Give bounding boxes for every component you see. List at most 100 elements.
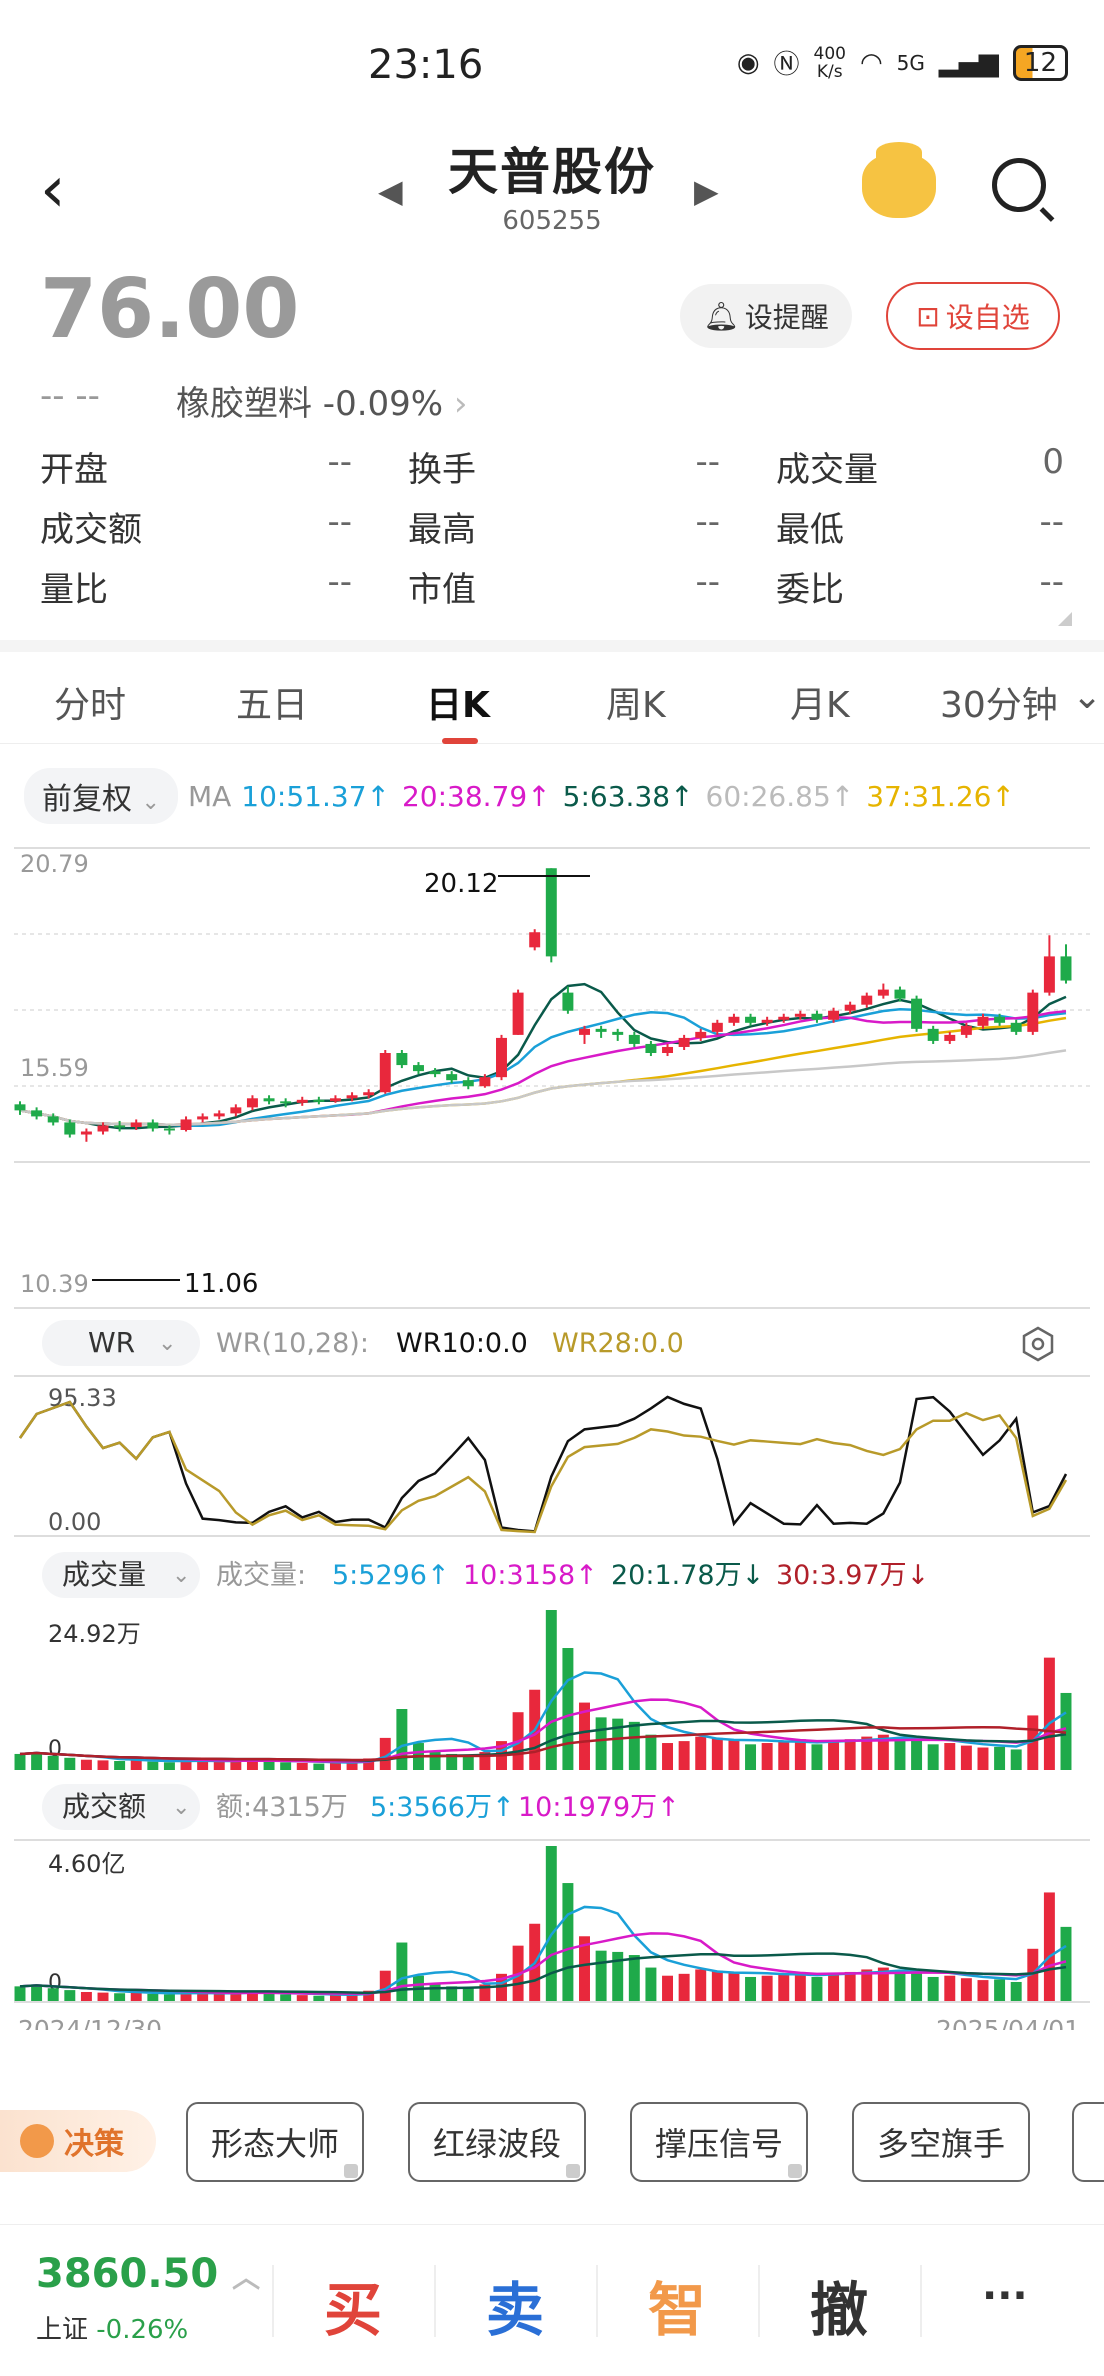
volume-bar [711,1737,723,1770]
volume-bar [313,1763,325,1770]
period-tabs: 分时 五日 日K 周K 月K 30分钟 ⌄ [0,652,1104,744]
candle [711,1022,723,1032]
stat-label: 委比 [776,569,844,610]
amount-bar [977,1980,989,2002]
amount-bar [396,1942,408,2002]
amount-ma10-line [19,1932,1067,1995]
kline-chart-area[interactable]: 20.79 15.59 10.39 20.12 11.06 WR ⌄ WR(10… [0,830,1104,2030]
sector-link[interactable]: 橡胶塑料 -0.09% › [176,376,468,425]
sell-button[interactable]: 卖 [486,2263,544,2347]
y-mid-label: 15.59 [20,1054,89,1082]
tab-4[interactable]: 月K [790,676,850,728]
feature-button-1[interactable]: 红绿波段 [408,2102,586,2182]
volume-bar [213,1761,225,1770]
next-stock-icon[interactable]: ▶ [694,172,719,210]
amount-bar [1010,1981,1022,2002]
separator [434,2265,436,2337]
volume-legend-2: 20:1.78万↓ [611,1560,764,1591]
separator [596,2265,598,2337]
amount-bar [745,1976,757,2002]
candle [562,992,574,1011]
separator [758,2265,760,2337]
candle [1027,992,1039,1032]
chevron-down-icon[interactable]: ⌄ [1072,676,1102,717]
stat-cell: 开盘 -- [40,442,408,491]
tab-0[interactable]: 分时 [54,676,126,728]
stat-cell: 委比 -- [776,562,1064,611]
tab-5[interactable]: 30分钟 [940,676,1058,728]
stat-value: -- [695,561,720,602]
volume-bar [396,1709,408,1770]
lock-icon [566,2164,580,2178]
volume-bar [662,1743,674,1770]
volume-bar [47,1755,59,1770]
volume-bar [994,1746,1006,1770]
amount-bar [64,1990,76,2002]
ma-value-0: 10:51.37↑ [241,779,390,813]
candle [529,932,541,948]
volume-bar [130,1759,142,1770]
candle [861,995,873,1005]
candle [329,1098,341,1102]
wifi-icon: ◠ [859,47,883,78]
cancel-order-button[interactable]: 撤 [810,2263,868,2347]
stock-header: ‹ ◀ 天普股份 605255 ▶ [0,120,1104,260]
tab-1[interactable]: 五日 [236,676,308,728]
stat-value: -- [695,501,720,542]
chevron-down-icon: ⌄ [172,1563,190,1588]
expand-corner-icon[interactable] [1058,612,1072,626]
ma-label: MA [187,779,232,813]
volume-bar [14,1753,26,1770]
candle [728,1016,740,1023]
amount-bar [1043,1892,1055,2002]
chevron-up-icon: ︿ [232,2261,261,2294]
more-icon[interactable]: ··· [982,2273,1028,2319]
adjust-dropdown[interactable]: 前复权 ⌄ [24,768,178,824]
candle [246,1098,258,1108]
amount-bar [794,1971,806,2002]
volume-bar [944,1743,956,1770]
tab-2[interactable]: 日K [426,676,490,728]
volume-bar [678,1741,690,1770]
candle [944,1034,956,1041]
amount-bar [595,1950,607,2002]
index-value[interactable]: 3860.50 ︿ [36,2251,260,2297]
y-max-label: 20.79 [20,850,89,878]
ma-value-2: 5:63.38↑ [562,779,694,813]
ma-legend: 前复权 ⌄ MA 10:51.37↑ 20:38.79↑ 5:63.38↑ 60:26… [24,768,1015,824]
battery-icon: 12 [1012,44,1068,81]
candle [363,1092,375,1096]
candle [662,1046,674,1054]
feature-button-2[interactable]: 撑压信号 [630,2102,808,2182]
volume-bar [794,1739,806,1770]
more-features-button[interactable] [1072,2102,1104,2182]
trade-bar: 3860.50 ︿ 上证 -0.26% 买 卖 智 撤 ··· [0,2224,1104,2376]
stat-value: -- [1039,501,1064,542]
mascot-icon[interactable] [862,142,936,218]
candle [479,1077,491,1087]
date-end-label: 2025/04/01 [936,2015,1080,2030]
stat-cell: 最高 -- [408,502,776,551]
amount-bar [1060,1926,1072,2002]
feature-button-0[interactable]: 形态大师 [186,2102,364,2182]
decision-button[interactable]: 决策 [0,2110,156,2172]
candle [911,998,923,1029]
candle [313,1099,325,1102]
smart-button[interactable]: 智 [648,2263,706,2347]
volume-bar [977,1747,989,1770]
amount-legend-0: 5:3566万↑ [370,1792,515,1823]
candle [462,1080,474,1087]
tab-3[interactable]: 周K [606,676,666,728]
settings-icon[interactable] [1022,1326,1054,1362]
set-alert-button[interactable]: 🔔︎ 设提醒 [680,284,852,348]
feature-button-3[interactable]: 多空旗手 [852,2102,1030,2182]
buy-button[interactable]: 买 [324,2263,382,2347]
candle [695,1031,707,1038]
candle [230,1107,242,1114]
candle [794,1013,806,1017]
search-icon[interactable] [992,158,1046,212]
volume-bar [80,1759,92,1770]
amount-bar [130,1991,142,2002]
add-favorite-button[interactable]: ⊡ 设自选 [886,282,1060,350]
candle [960,1025,972,1035]
